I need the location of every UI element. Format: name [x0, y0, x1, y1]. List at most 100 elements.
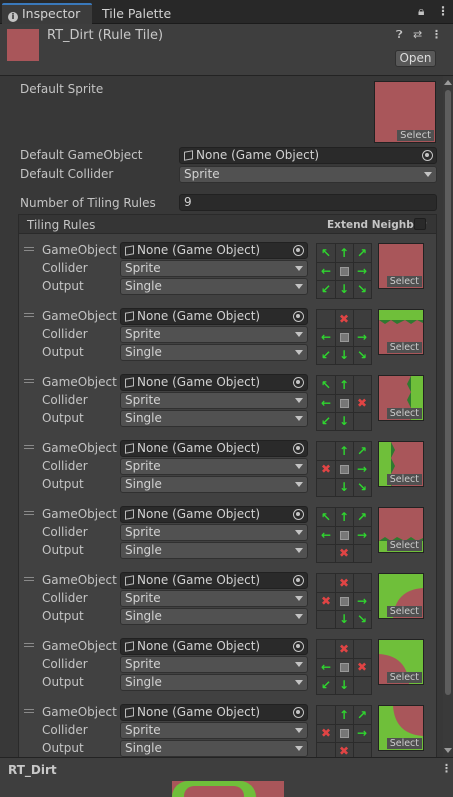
empty-neighbor-cell[interactable] — [317, 706, 335, 724]
empty-neighbor-cell[interactable] — [317, 640, 335, 658]
lock-icon[interactable]: 🔒︎ — [418, 4, 424, 19]
object-picker-icon[interactable] — [293, 377, 304, 388]
rule-gameobject-field[interactable]: None (Game Object) — [120, 308, 308, 325]
object-picker-icon[interactable] — [293, 443, 304, 454]
center-tile-icon[interactable] — [335, 262, 353, 280]
center-tile-icon[interactable] — [335, 724, 353, 742]
tab-inspector[interactable]: i Inspector — [2, 3, 92, 24]
arrow-nw-icon[interactable]: ↖ — [317, 508, 335, 526]
empty-neighbor-cell[interactable] — [317, 610, 335, 628]
object-picker-icon[interactable] — [293, 311, 304, 322]
not-this-icon[interactable]: ✖ — [353, 658, 371, 676]
not-this-icon[interactable]: ✖ — [317, 592, 335, 610]
more-menu-icon[interactable]: ⋮ — [437, 4, 449, 18]
arrow-w-icon[interactable]: ← — [317, 394, 335, 412]
arrow-s-icon[interactable]: ↓ — [335, 280, 353, 298]
arrow-w-icon[interactable]: ← — [317, 328, 335, 346]
arrow-w-icon[interactable]: ← — [317, 526, 335, 544]
select-sprite-button[interactable]: Select — [386, 276, 422, 287]
arrow-nw-icon[interactable]: ↖ — [317, 244, 335, 262]
arrow-se-icon[interactable]: ↘ — [353, 346, 371, 364]
arrow-e-icon[interactable]: → — [353, 262, 371, 280]
neighbor-rule-grid[interactable]: ↑ ↗ ✖ → ↓ ↘ — [316, 441, 372, 497]
center-tile-icon[interactable] — [335, 460, 353, 478]
rule-gameobject-field[interactable]: None (Game Object) — [120, 704, 308, 721]
neighbor-rule-grid[interactable]: ✖ ← → ↙ ↓ ↘ — [316, 309, 372, 365]
empty-neighbor-cell[interactable] — [317, 310, 335, 328]
select-sprite-button[interactable]: Select — [397, 130, 434, 141]
rule-collider-dropdown[interactable]: Sprite — [120, 722, 308, 739]
empty-neighbor-cell[interactable] — [353, 640, 371, 658]
drag-handle-icon[interactable] — [24, 445, 34, 449]
neighbor-rule-grid[interactable]: ↖ ↑ ← ✖ ↙ ↓ — [316, 375, 372, 431]
center-tile-icon[interactable] — [335, 328, 353, 346]
rule-sprite-field[interactable]: Select — [378, 573, 424, 619]
arrow-s-icon[interactable]: ↓ — [335, 412, 353, 430]
neighbor-rule-grid[interactable]: ✖ ← ✖ ↙ ↓ — [316, 639, 372, 695]
not-this-icon[interactable]: ✖ — [335, 574, 353, 592]
not-this-icon[interactable]: ✖ — [317, 724, 335, 742]
presets-icon[interactable]: ⇄ — [413, 28, 422, 41]
scroll-down-icon[interactable] — [444, 748, 452, 753]
default-collider-dropdown[interactable]: Sprite — [179, 166, 437, 183]
select-sprite-button[interactable]: Select — [386, 408, 422, 419]
not-this-icon[interactable]: ✖ — [353, 394, 371, 412]
arrow-sw-icon[interactable]: ↙ — [317, 280, 335, 298]
object-picker-icon[interactable] — [422, 150, 433, 161]
arrow-e-icon[interactable]: → — [353, 592, 371, 610]
rule-sprite-field[interactable]: Select — [378, 705, 424, 751]
drag-handle-icon[interactable] — [24, 313, 34, 317]
empty-neighbor-cell[interactable] — [317, 742, 335, 757]
arrow-n-icon[interactable]: ↑ — [335, 376, 353, 394]
rule-output-dropdown[interactable]: Single — [120, 740, 308, 757]
object-picker-icon[interactable] — [293, 509, 304, 520]
object-picker-icon[interactable] — [293, 707, 304, 718]
arrow-n-icon[interactable]: ↑ — [335, 508, 353, 526]
center-tile-icon[interactable] — [335, 526, 353, 544]
center-tile-icon[interactable] — [335, 394, 353, 412]
select-sprite-button[interactable]: Select — [386, 672, 422, 683]
rule-sprite-field[interactable]: Select — [378, 639, 424, 685]
preview-menu-icon[interactable]: ⋮ — [441, 762, 452, 775]
neighbor-rule-grid[interactable]: ↖ ↑ ↗ ← → ↙ ↓ ↘ — [316, 243, 372, 299]
not-this-icon[interactable]: ✖ — [335, 742, 353, 757]
arrow-sw-icon[interactable]: ↙ — [317, 346, 335, 364]
center-tile-icon[interactable] — [335, 658, 353, 676]
rule-output-dropdown[interactable]: Single — [120, 608, 308, 625]
arrow-w-icon[interactable]: ← — [317, 658, 335, 676]
drag-handle-icon[interactable] — [24, 379, 34, 383]
arrow-sw-icon[interactable]: ↙ — [317, 412, 335, 430]
select-sprite-button[interactable]: Select — [386, 342, 422, 353]
not-this-icon[interactable]: ✖ — [317, 460, 335, 478]
center-tile-icon[interactable] — [335, 592, 353, 610]
rule-gameobject-field[interactable]: None (Game Object) — [120, 638, 308, 655]
rule-output-dropdown[interactable]: Single — [120, 410, 308, 427]
object-picker-icon[interactable] — [293, 245, 304, 256]
default-sprite-field[interactable]: Select — [374, 81, 436, 143]
arrow-w-icon[interactable]: ← — [317, 262, 335, 280]
rule-gameobject-field[interactable]: None (Game Object) — [120, 440, 308, 457]
arrow-e-icon[interactable]: → — [353, 460, 371, 478]
rule-collider-dropdown[interactable]: Sprite — [120, 392, 308, 409]
rule-gameobject-field[interactable]: None (Game Object) — [120, 506, 308, 523]
arrow-s-icon[interactable]: ↓ — [335, 610, 353, 628]
extend-neighbor-checkbox[interactable] — [414, 218, 426, 230]
arrow-se-icon[interactable]: ↘ — [353, 610, 371, 628]
rule-output-dropdown[interactable]: Single — [120, 542, 308, 559]
empty-neighbor-cell[interactable] — [353, 676, 371, 694]
empty-neighbor-cell[interactable] — [317, 574, 335, 592]
empty-neighbor-cell[interactable] — [317, 442, 335, 460]
not-this-icon[interactable]: ✖ — [335, 310, 353, 328]
not-this-icon[interactable]: ✖ — [335, 640, 353, 658]
arrow-n-icon[interactable]: ↑ — [335, 706, 353, 724]
empty-neighbor-cell[interactable] — [353, 412, 371, 430]
neighbor-rule-grid[interactable]: ↑ ↗ ✖ → ✖ — [316, 705, 372, 757]
rule-collider-dropdown[interactable]: Sprite — [120, 458, 308, 475]
rule-sprite-field[interactable]: Select — [378, 375, 424, 421]
arrow-ne-icon[interactable]: ↗ — [353, 706, 371, 724]
arrow-ne-icon[interactable]: ↗ — [353, 442, 371, 460]
default-gameobject-field[interactable]: None (Game Object) — [179, 147, 437, 164]
arrow-s-icon[interactable]: ↓ — [335, 478, 353, 496]
rule-collider-dropdown[interactable]: Sprite — [120, 524, 308, 541]
vertical-scrollbar[interactable] — [443, 76, 453, 757]
